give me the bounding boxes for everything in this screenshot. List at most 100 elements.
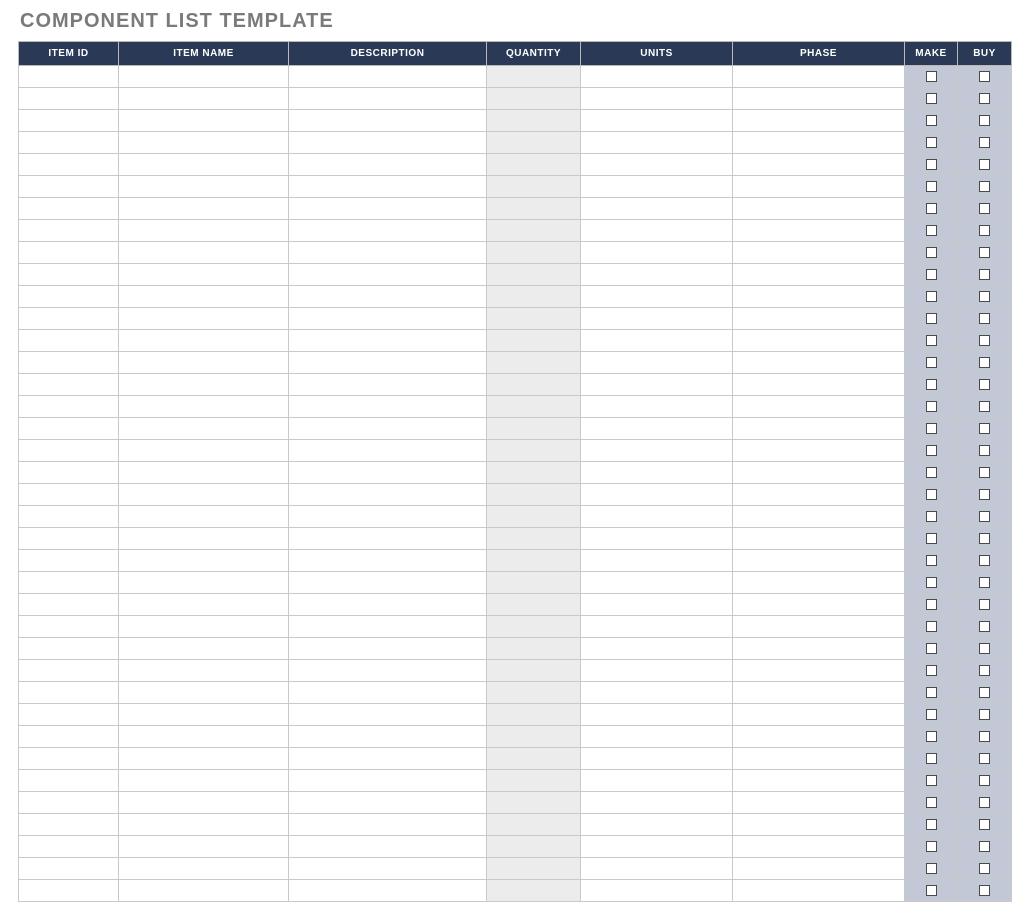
cell-quantity[interactable] [487, 352, 581, 374]
buy-checkbox[interactable] [979, 621, 990, 632]
buy-checkbox[interactable] [979, 247, 990, 258]
cell-phase[interactable] [733, 66, 905, 88]
cell-item-name[interactable] [119, 66, 289, 88]
cell-units[interactable] [581, 88, 733, 110]
make-checkbox[interactable] [926, 379, 937, 390]
cell-phase[interactable] [733, 616, 905, 638]
cell-phase[interactable] [733, 176, 905, 198]
cell-phase[interactable] [733, 418, 905, 440]
cell-phase[interactable] [733, 726, 905, 748]
cell-phase[interactable] [733, 550, 905, 572]
cell-description[interactable] [289, 660, 487, 682]
make-checkbox[interactable] [926, 247, 937, 258]
cell-units[interactable] [581, 682, 733, 704]
cell-phase[interactable] [733, 484, 905, 506]
cell-item-name[interactable] [119, 880, 289, 902]
cell-units[interactable] [581, 638, 733, 660]
buy-checkbox[interactable] [979, 555, 990, 566]
cell-item-id[interactable] [19, 198, 119, 220]
cell-quantity[interactable] [487, 726, 581, 748]
make-checkbox[interactable] [926, 357, 937, 368]
make-checkbox[interactable] [926, 753, 937, 764]
make-checkbox[interactable] [926, 885, 937, 896]
cell-item-name[interactable] [119, 330, 289, 352]
cell-description[interactable] [289, 374, 487, 396]
cell-item-id[interactable] [19, 836, 119, 858]
cell-quantity[interactable] [487, 484, 581, 506]
cell-quantity[interactable] [487, 704, 581, 726]
cell-units[interactable] [581, 748, 733, 770]
cell-description[interactable] [289, 264, 487, 286]
cell-item-id[interactable] [19, 154, 119, 176]
cell-item-name[interactable] [119, 506, 289, 528]
make-checkbox[interactable] [926, 555, 937, 566]
cell-item-name[interactable] [119, 396, 289, 418]
buy-checkbox[interactable] [979, 379, 990, 390]
cell-units[interactable] [581, 176, 733, 198]
cell-item-name[interactable] [119, 374, 289, 396]
cell-units[interactable] [581, 572, 733, 594]
cell-quantity[interactable] [487, 858, 581, 880]
cell-item-id[interactable] [19, 484, 119, 506]
cell-quantity[interactable] [487, 242, 581, 264]
cell-item-name[interactable] [119, 176, 289, 198]
make-checkbox[interactable] [926, 137, 937, 148]
cell-phase[interactable] [733, 528, 905, 550]
cell-description[interactable] [289, 66, 487, 88]
cell-units[interactable] [581, 440, 733, 462]
cell-item-id[interactable] [19, 396, 119, 418]
cell-quantity[interactable] [487, 528, 581, 550]
cell-units[interactable] [581, 66, 733, 88]
buy-checkbox[interactable] [979, 335, 990, 346]
cell-units[interactable] [581, 462, 733, 484]
cell-units[interactable] [581, 880, 733, 902]
cell-quantity[interactable] [487, 418, 581, 440]
cell-description[interactable] [289, 352, 487, 374]
cell-units[interactable] [581, 792, 733, 814]
cell-phase[interactable] [733, 396, 905, 418]
cell-units[interactable] [581, 110, 733, 132]
cell-item-id[interactable] [19, 330, 119, 352]
cell-item-name[interactable] [119, 220, 289, 242]
cell-quantity[interactable] [487, 550, 581, 572]
cell-quantity[interactable] [487, 616, 581, 638]
cell-description[interactable] [289, 88, 487, 110]
cell-item-name[interactable] [119, 484, 289, 506]
make-checkbox[interactable] [926, 203, 937, 214]
cell-description[interactable] [289, 704, 487, 726]
cell-item-name[interactable] [119, 308, 289, 330]
buy-checkbox[interactable] [979, 71, 990, 82]
cell-quantity[interactable] [487, 176, 581, 198]
cell-quantity[interactable] [487, 572, 581, 594]
buy-checkbox[interactable] [979, 797, 990, 808]
cell-item-id[interactable] [19, 506, 119, 528]
cell-units[interactable] [581, 770, 733, 792]
cell-item-id[interactable] [19, 352, 119, 374]
make-checkbox[interactable] [926, 797, 937, 808]
make-checkbox[interactable] [926, 467, 937, 478]
cell-units[interactable] [581, 374, 733, 396]
cell-quantity[interactable] [487, 792, 581, 814]
cell-item-name[interactable] [119, 264, 289, 286]
buy-checkbox[interactable] [979, 115, 990, 126]
cell-phase[interactable] [733, 792, 905, 814]
cell-phase[interactable] [733, 220, 905, 242]
cell-phase[interactable] [733, 440, 905, 462]
cell-quantity[interactable] [487, 110, 581, 132]
make-checkbox[interactable] [926, 731, 937, 742]
cell-item-id[interactable] [19, 66, 119, 88]
cell-phase[interactable] [733, 770, 905, 792]
buy-checkbox[interactable] [979, 687, 990, 698]
cell-units[interactable] [581, 550, 733, 572]
cell-item-name[interactable] [119, 352, 289, 374]
cell-phase[interactable] [733, 242, 905, 264]
make-checkbox[interactable] [926, 775, 937, 786]
make-checkbox[interactable] [926, 159, 937, 170]
cell-description[interactable] [289, 506, 487, 528]
cell-units[interactable] [581, 814, 733, 836]
buy-checkbox[interactable] [979, 423, 990, 434]
cell-item-name[interactable] [119, 198, 289, 220]
buy-checkbox[interactable] [979, 731, 990, 742]
cell-description[interactable] [289, 330, 487, 352]
cell-units[interactable] [581, 264, 733, 286]
